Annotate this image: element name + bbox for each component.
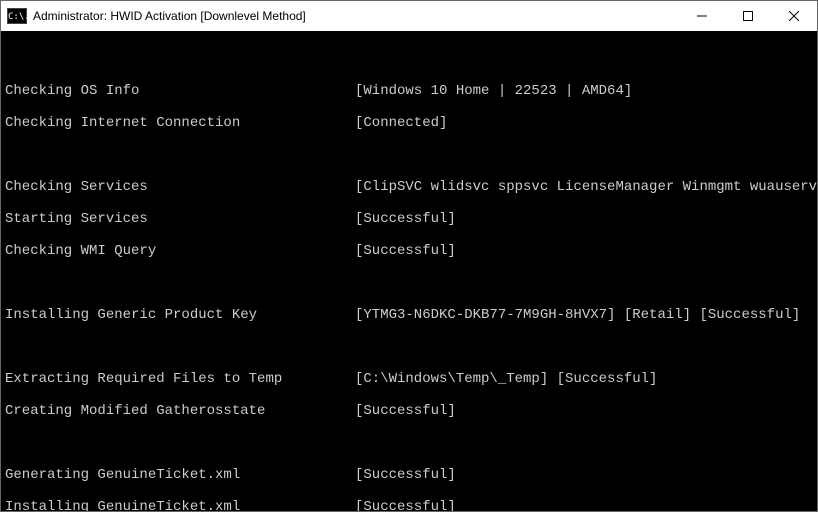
output-line: Checking Internet Connection[Connected] <box>5 115 813 131</box>
minimize-button[interactable] <box>679 1 725 31</box>
maximize-icon <box>743 11 753 21</box>
window-title: Administrator: HWID Activation [Downleve… <box>33 9 679 23</box>
line-label: Starting Services <box>5 211 355 227</box>
maximize-button[interactable] <box>725 1 771 31</box>
line-value: [Successful] <box>355 211 813 227</box>
line-value: [Successful] <box>355 403 813 419</box>
line-value: [Successful] <box>355 499 813 511</box>
line-label: Checking WMI Query <box>5 243 355 259</box>
line-label: Checking Internet Connection <box>5 115 355 131</box>
output-line: Generating GenuineTicket.xml[Successful] <box>5 467 813 483</box>
cmd-icon: C:\. <box>7 8 27 24</box>
line-value: [C:\Windows\Temp\_Temp] [Successful] <box>355 371 813 387</box>
line-value: [Successful] <box>355 467 813 483</box>
line-value: [Connected] <box>355 115 813 131</box>
window-controls <box>679 1 817 31</box>
line-value: [ClipSVC wlidsvc sppsvc LicenseManager W… <box>355 179 817 195</box>
cmd-window: C:\. Administrator: HWID Activation [Dow… <box>0 0 818 512</box>
output-line: Creating Modified Gatherosstate[Successf… <box>5 403 813 419</box>
line-value: [Successful] <box>355 243 813 259</box>
close-icon <box>789 11 799 21</box>
line-label: Installing GenuineTicket.xml <box>5 499 355 511</box>
line-label: Creating Modified Gatherosstate <box>5 403 355 419</box>
line-value: [YTMG3-N6DKC-DKB77-7M9GH-8HVX7] [Retail]… <box>355 307 813 323</box>
close-button[interactable] <box>771 1 817 31</box>
line-value: [Windows 10 Home | 22523 | AMD64] <box>355 83 813 99</box>
console-output[interactable]: Checking OS Info[Windows 10 Home | 22523… <box>1 31 817 511</box>
minimize-icon <box>697 11 707 21</box>
line-label: Checking Services <box>5 179 355 195</box>
output-line: Checking WMI Query[Successful] <box>5 243 813 259</box>
line-label: Extracting Required Files to Temp <box>5 371 355 387</box>
output-line: Checking OS Info[Windows 10 Home | 22523… <box>5 83 813 99</box>
output-line: Extracting Required Files to Temp[C:\Win… <box>5 371 813 387</box>
line-label: Installing Generic Product Key <box>5 307 355 323</box>
line-label: Generating GenuineTicket.xml <box>5 467 355 483</box>
output-line: Installing GenuineTicket.xml[Successful] <box>5 499 813 511</box>
line-label: Checking OS Info <box>5 83 355 99</box>
titlebar[interactable]: C:\. Administrator: HWID Activation [Dow… <box>1 1 817 31</box>
output-line: Checking Services[ClipSVC wlidsvc sppsvc… <box>5 179 813 195</box>
output-line: Starting Services[Successful] <box>5 211 813 227</box>
output-line: Installing Generic Product Key[YTMG3-N6D… <box>5 307 813 323</box>
